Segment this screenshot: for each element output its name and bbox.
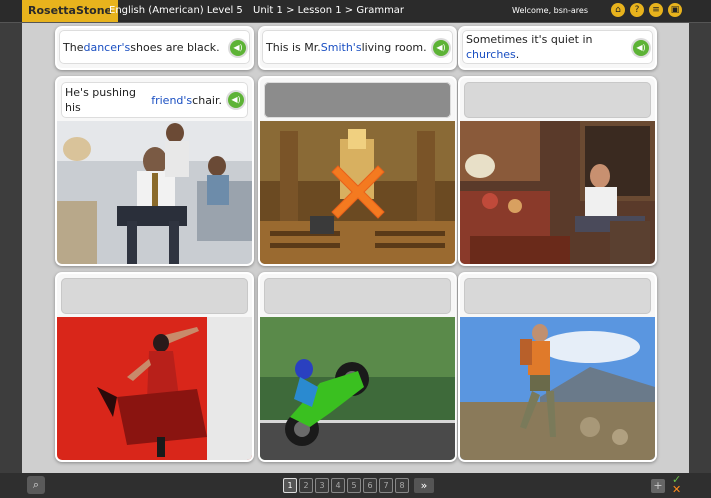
caption-part: living room. — [361, 40, 427, 54]
caption-highlight: dancer's — [83, 40, 131, 54]
score-icon: ✓ ✕ — [672, 473, 682, 496]
home-icon[interactable]: ⌂ — [611, 3, 625, 17]
help-icon[interactable]: ? — [630, 3, 644, 17]
caption-card-3[interactable]: Sometimes it's quiet in churches. ◀) — [458, 26, 657, 70]
page-button[interactable]: 3 — [315, 478, 329, 493]
office-chair-photo — [57, 121, 252, 264]
caption-box — [264, 82, 451, 118]
caption-card-2[interactable]: This is Mr. Smith's living room. ◀) — [258, 26, 457, 70]
pager: 1 2 3 4 5 6 7 8 » — [283, 478, 434, 493]
speaker-icon[interactable]: ◀) — [230, 40, 246, 56]
page-button[interactable]: 4 — [331, 478, 345, 493]
brand-logo: RosettaStone — [22, 0, 119, 22]
exit-icon[interactable]: ▣ — [668, 3, 682, 17]
caption-box: The dancer's shoes are black. ◀) — [59, 30, 250, 64]
page-button[interactable]: 6 — [363, 478, 377, 493]
caption-box — [464, 278, 651, 314]
picture-card-3[interactable] — [458, 76, 657, 266]
speaker-icon[interactable]: ◀) — [633, 40, 649, 56]
settings-icon[interactable]: ≡ — [649, 3, 663, 17]
man-in-chair-photo — [460, 121, 655, 264]
caption-part: chair. — [192, 93, 222, 107]
top-bar: RosettaStone English (American) Level 5 … — [0, 0, 711, 23]
plus-icon[interactable]: + — [651, 479, 665, 493]
speaker-icon[interactable]: ◀) — [228, 92, 244, 108]
top-icon-group: ⌂ ? ≡ ▣ — [611, 3, 682, 17]
speaker-icon[interactable]: ◀) — [433, 40, 449, 56]
x-icon: ✕ — [672, 483, 682, 496]
caption-box: He's pushing his friend's chair. ◀) — [61, 82, 248, 118]
caption-text: He's pushing his friend's chair. — [65, 82, 222, 118]
lesson-stage: The dancer's shoes are black. ◀) This is… — [22, 23, 689, 473]
caption-box — [264, 278, 451, 314]
zoom-icon[interactable]: ⌕ — [27, 476, 45, 494]
caption-text: This is Mr. Smith's living room. — [266, 30, 427, 64]
next-page-button[interactable]: » — [414, 478, 434, 493]
caption-box — [464, 82, 651, 118]
picture-card-4[interactable] — [55, 272, 254, 462]
course-title: English (American) Level 5 — [109, 5, 243, 16]
caption-box: Sometimes it's quiet in churches. ◀) — [462, 30, 653, 64]
bottom-bar: ⌕ 1 2 3 4 5 6 7 8 » + ✓ ✕ — [0, 473, 711, 498]
hiker-photo — [460, 317, 655, 460]
caption-part: The — [63, 40, 84, 54]
picture-card-6[interactable] — [458, 272, 657, 462]
caption-part: . — [515, 48, 520, 61]
caption-part: Sometimes it's quiet in — [466, 33, 593, 46]
page-button[interactable]: 7 — [379, 478, 393, 493]
breadcrumb[interactable]: Unit 1 > Lesson 1 > Grammar — [253, 0, 404, 22]
left-panel — [0, 23, 22, 473]
welcome-text: Welcome, bsn-ares — [512, 6, 588, 15]
caption-part: This is Mr. — [266, 40, 321, 54]
caption-highlight: Smith's — [320, 40, 362, 54]
motorcycle-wheelie-photo — [260, 317, 455, 460]
wrong-answer-x-icon — [330, 165, 385, 219]
picture-card-1[interactable]: He's pushing his friend's chair. ◀) — [55, 76, 254, 266]
picture-card-2[interactable] — [258, 76, 457, 266]
caption-text: The dancer's shoes are black. — [63, 30, 224, 64]
page-button[interactable]: 8 — [395, 478, 409, 493]
flamenco-dancer-photo — [57, 317, 252, 460]
page-button[interactable]: 1 — [283, 478, 297, 493]
caption-text: Sometimes it's quiet in churches. — [466, 30, 627, 64]
caption-card-1[interactable]: The dancer's shoes are black. ◀) — [55, 26, 254, 70]
caption-highlight: churches — [466, 48, 516, 61]
caption-highlight: friend's — [151, 93, 193, 107]
caption-part: shoes are black. — [130, 40, 220, 54]
page-button[interactable]: 2 — [299, 478, 313, 493]
caption-box — [61, 278, 248, 314]
caption-box: This is Mr. Smith's living room. ◀) — [262, 30, 453, 64]
page-button[interactable]: 5 — [347, 478, 361, 493]
right-panel — [689, 23, 711, 473]
picture-card-5[interactable] — [258, 272, 457, 462]
caption-part: He's pushing his — [65, 86, 136, 114]
